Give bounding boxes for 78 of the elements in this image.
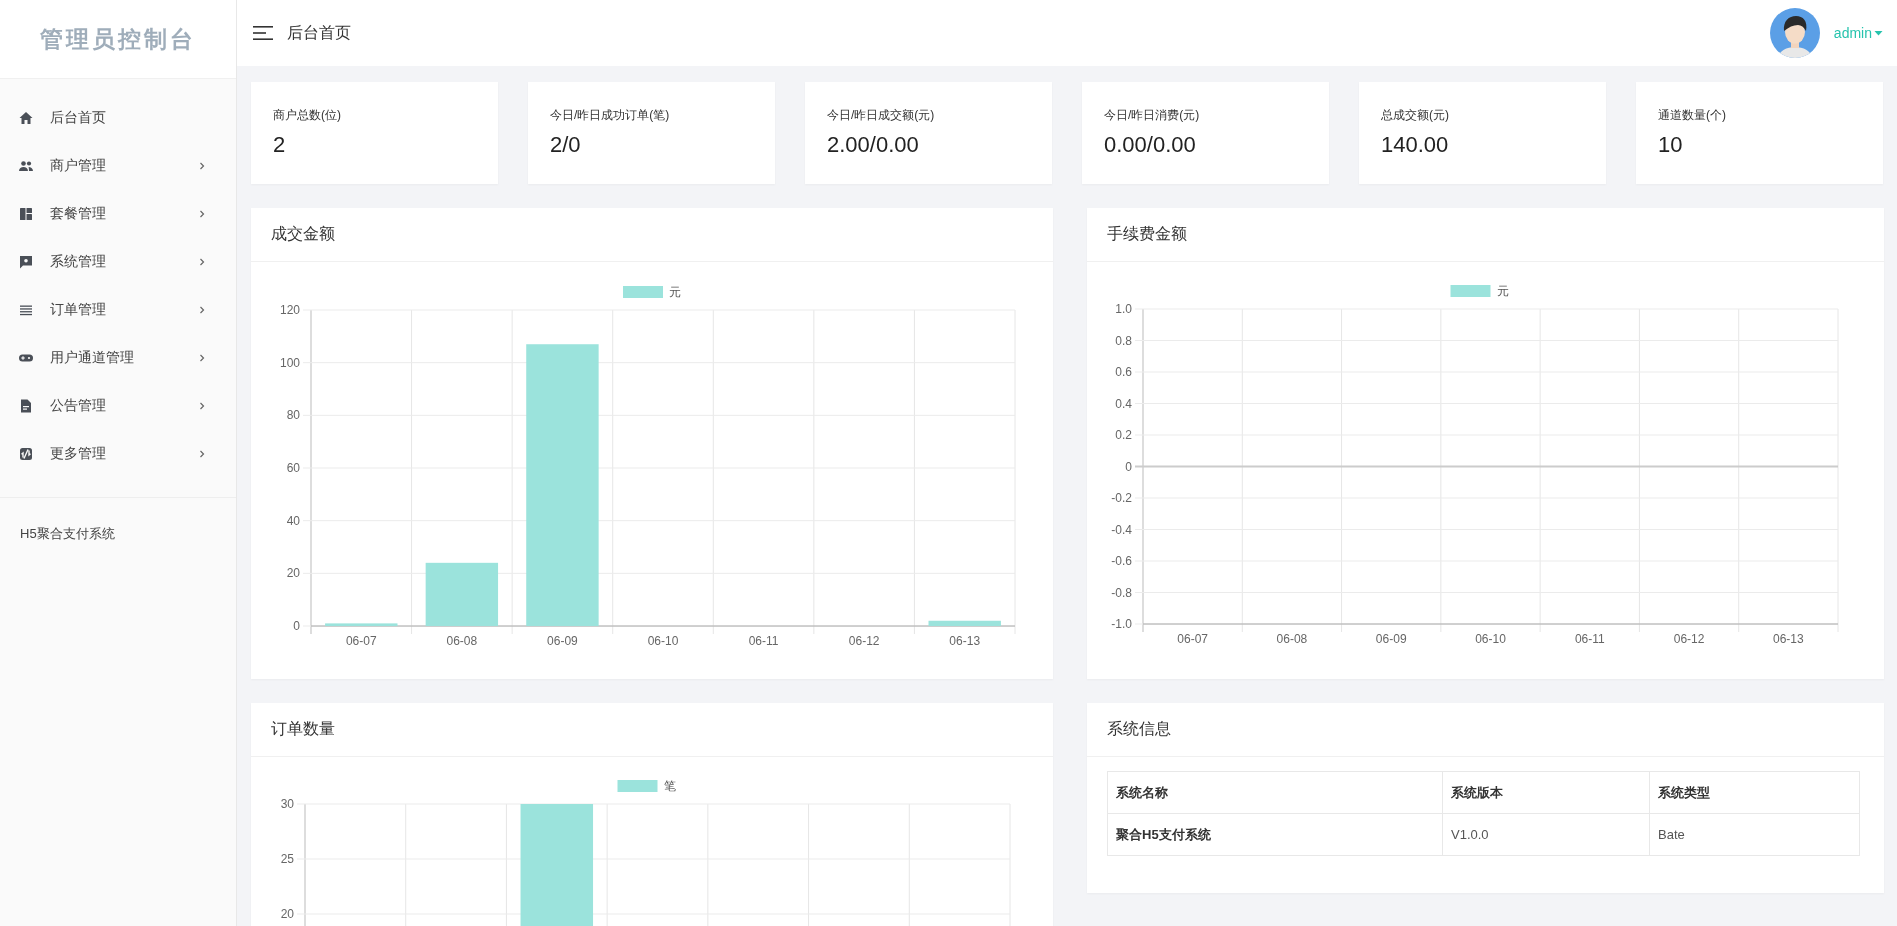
stat-label: 今日/昨日消费(元) [1104, 107, 1200, 124]
axis-label: -0.8 [1111, 585, 1132, 600]
axis-label: 06-08 [1276, 632, 1308, 646]
stat-label: 总成交额(元) [1381, 107, 1449, 124]
stat-value: 2.00/0.00 [827, 132, 919, 158]
menu-icon[interactable] [253, 25, 273, 41]
axis-label: -1.0 [1111, 617, 1132, 631]
axis-label: 100 [279, 355, 300, 370]
axis-label: 06-10 [647, 634, 679, 648]
axis-label: 60 [286, 461, 300, 475]
card-title: 订单数量 [271, 719, 335, 739]
axis-label: 06-11 [748, 634, 779, 648]
axis-label: 06-12 [1673, 632, 1705, 646]
sidebar-item[interactable]: 订单管理 [0, 286, 236, 334]
stat-label: 今日/昨日成交额(元) [827, 107, 935, 124]
axis-label: 06-11 [1574, 632, 1605, 646]
stat-label: 今日/昨日成功订单(笔) [550, 107, 670, 124]
axis-label: 06-08 [446, 634, 478, 648]
axis-label: 30 [280, 797, 294, 811]
sidebar-item[interactable]: 商户管理 [0, 142, 236, 190]
axis-label: 1.0 [1115, 302, 1132, 316]
axis-label: -0.4 [1111, 522, 1132, 537]
axis-label: 06-07 [1177, 632, 1208, 646]
axis-label: 0.8 [1115, 333, 1132, 348]
sidebar-item[interactable]: 用户通道管理 [0, 334, 236, 382]
sidebar-item[interactable]: 系统管理 [0, 238, 236, 286]
axis-label: 80 [286, 408, 300, 423]
stat-value: 2/0 [550, 132, 581, 158]
axis-label: -0.2 [1111, 491, 1132, 505]
stat-label: 通道数量(个) [1658, 107, 1726, 124]
table-header-cell: 系统类型 [1649, 771, 1860, 814]
axis-label: 06-09 [1375, 632, 1407, 646]
axis-label: 40 [286, 513, 300, 528]
axis-label: 20 [280, 907, 294, 921]
caret-icon [1874, 30, 1883, 36]
avatar-icon [1769, 8, 1820, 58]
axis-label: 0.6 [1115, 365, 1132, 379]
axis-label: -0.6 [1111, 554, 1132, 568]
home-icon [18, 110, 34, 126]
axis-label: 0.4 [1115, 396, 1132, 411]
layout-icon [18, 206, 34, 222]
sidebar-item[interactable]: 更多管理 [0, 430, 236, 478]
stat-value: 2 [273, 132, 286, 158]
axis-label: 0 [1125, 459, 1132, 474]
axis-label: 0 [293, 619, 300, 633]
table-cell: V1.0.0 [1442, 813, 1650, 856]
table-cell: Bate [1649, 813, 1860, 856]
sidebar-item[interactable]: 套餐管理 [0, 190, 236, 238]
table-cell: 聚合H5支付系统 [1107, 813, 1443, 856]
axis-label: 0.2 [1115, 428, 1132, 442]
logo-text: 管理员控制台 [40, 23, 196, 54]
axis-label: 06-07 [345, 634, 377, 648]
axis-label: 06-10 [1475, 632, 1506, 646]
axis-label: 06-13 [1773, 632, 1804, 646]
axis-label: 06-09 [547, 634, 578, 648]
card-title: 手续费金额 [1107, 224, 1187, 244]
card-title: 系统信息 [1107, 719, 1171, 739]
stat-value: 0.00/0.00 [1104, 132, 1196, 158]
legend-label: 元 [669, 285, 681, 299]
card-title: 成交金额 [271, 224, 335, 244]
table-header-cell: 系统名称 [1107, 771, 1443, 814]
axis-label: 120 [279, 303, 300, 317]
axis-label: 20 [286, 566, 300, 581]
axis-label: 25 [280, 852, 294, 866]
legend-label: 笔 [663, 779, 676, 793]
sidebar-item[interactable]: 公告管理 [0, 382, 236, 430]
axis-label: 06-13 [949, 634, 981, 648]
people-icon [18, 158, 34, 174]
stat-value: 140.00 [1381, 132, 1449, 158]
table-header-cell: 系统版本 [1442, 771, 1650, 814]
axis-label: 06-12 [848, 634, 880, 648]
stat-value: 10 [1658, 132, 1683, 158]
document-icon [18, 398, 34, 414]
page-title: 后台首页 [287, 22, 352, 43]
stat-label: 商户总数(位) [273, 107, 341, 124]
legend-label: 元 [1496, 284, 1509, 298]
sidebar-item[interactable]: 后台首页 [0, 94, 236, 142]
system-name: H5聚合支付系统 [20, 526, 115, 541]
